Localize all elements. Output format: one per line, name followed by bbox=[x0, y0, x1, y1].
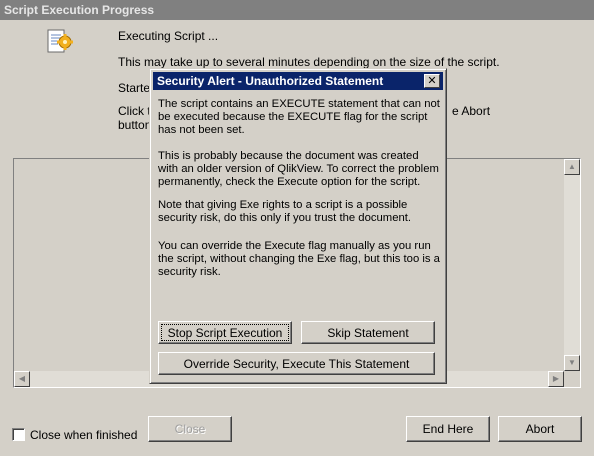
close-button[interactable]: Close bbox=[148, 416, 232, 442]
scroll-down-icon[interactable]: ▼ bbox=[564, 355, 580, 371]
started-text: Starte bbox=[118, 81, 151, 95]
skip-statement-button[interactable]: Skip Statement bbox=[301, 321, 435, 344]
abort-button[interactable]: Abort bbox=[498, 416, 582, 442]
click-text: Click t bbox=[118, 104, 151, 118]
window-title-bar: Script Execution Progress bbox=[0, 0, 594, 20]
executing-status: Executing Script ... bbox=[118, 29, 219, 43]
scroll-right-icon[interactable]: ▶ bbox=[548, 371, 564, 387]
close-when-finished-checkbox[interactable] bbox=[12, 428, 25, 441]
script-gear-icon bbox=[46, 27, 74, 57]
button-text: button bbox=[118, 118, 152, 132]
dialog-paragraph-4: You can override the Execute flag manual… bbox=[158, 240, 440, 278]
close-icon[interactable]: ✕ bbox=[424, 74, 440, 88]
vertical-scrollbar[interactable]: ▲ ▼ bbox=[564, 159, 580, 371]
time-notice: This may take up to several minutes depe… bbox=[118, 55, 500, 69]
dialog-paragraph-3: Note that giving Exe rights to a script … bbox=[158, 199, 412, 224]
scroll-left-icon[interactable]: ◀ bbox=[14, 371, 30, 387]
close-when-finished-label: Close when finished bbox=[30, 428, 138, 442]
scrollbar-corner bbox=[564, 371, 580, 387]
dialog-title: Security Alert - Unauthorized Statement bbox=[157, 74, 384, 88]
end-here-button[interactable]: End Here bbox=[406, 416, 490, 442]
security-alert-dialog: Security Alert - Unauthorized Statement … bbox=[149, 68, 447, 384]
click-text-right: e Abort bbox=[452, 104, 491, 118]
stop-script-execution-button[interactable]: Stop Script Execution bbox=[158, 321, 292, 344]
dialog-paragraph-1: The script contains an EXECUTE statement… bbox=[158, 98, 440, 136]
scroll-up-icon[interactable]: ▲ bbox=[564, 159, 580, 175]
dialog-title-bar: Security Alert - Unauthorized Statement … bbox=[153, 72, 443, 90]
dialog-paragraph-2: This is probably because the document wa… bbox=[158, 150, 439, 188]
override-security-button[interactable]: Override Security, Execute This Statemen… bbox=[158, 352, 435, 375]
window-title: Script Execution Progress bbox=[4, 3, 155, 17]
